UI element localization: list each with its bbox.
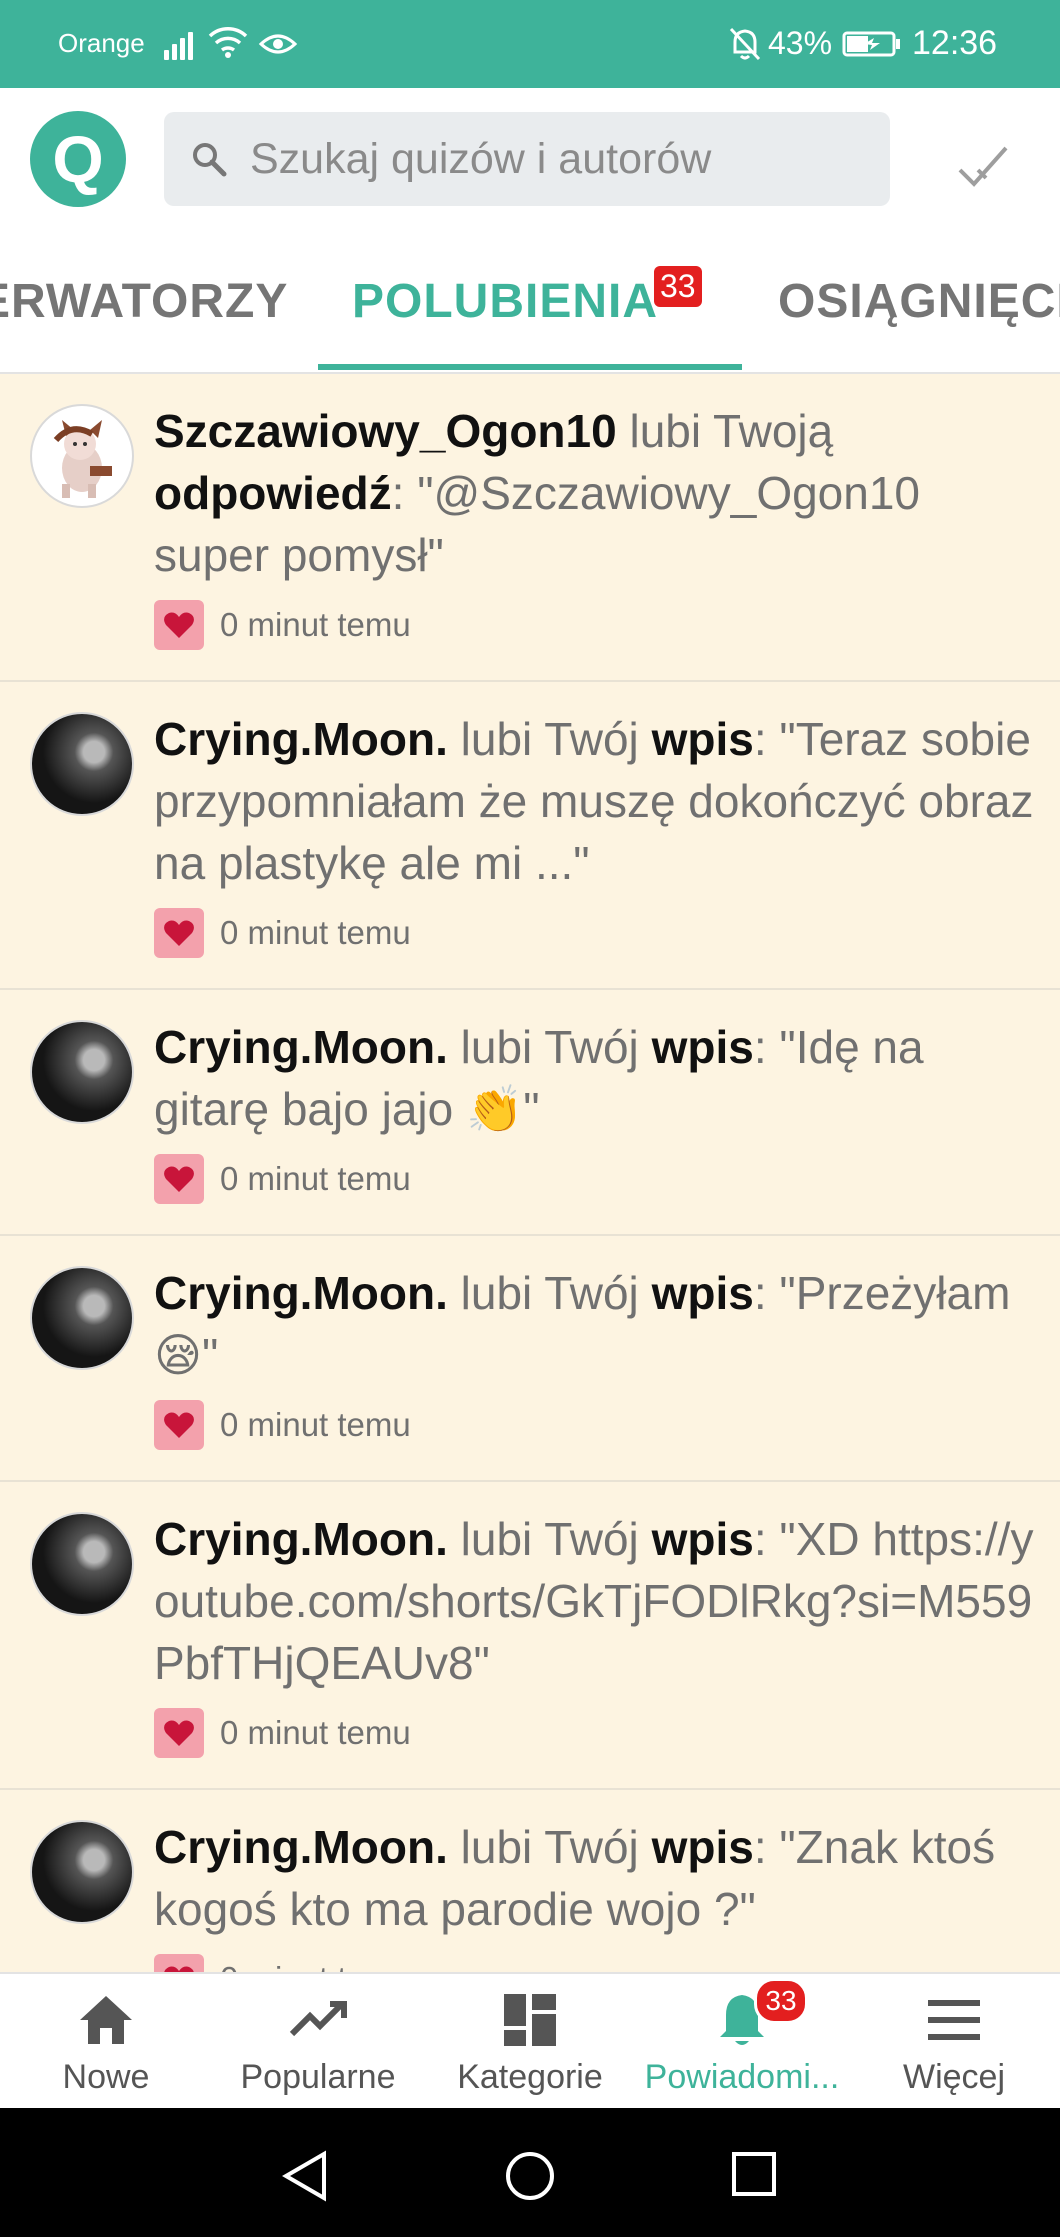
active-tab-indicator [318, 364, 742, 370]
heart-icon [154, 908, 204, 958]
avatar[interactable] [30, 1020, 134, 1124]
app-logo[interactable]: Q [30, 111, 126, 207]
tab-bar: ERWATORZY POLUBIENIA 33 OSIĄGNIĘCIA [0, 234, 1060, 374]
action-text: lubi Twoją [616, 405, 834, 457]
bottom-navigation: Nowe Popularne Kategorie 33 Powiadomi...… [0, 1972, 1060, 2110]
categories-icon [500, 1990, 560, 2050]
avatar[interactable] [30, 1820, 134, 1924]
eye-comfort-icon [258, 34, 298, 54]
timestamp: 0 minut temu [220, 1714, 411, 1751]
heart-icon [154, 1400, 204, 1450]
heart-icon [154, 600, 204, 650]
timestamp: 0 minut temu [220, 1960, 411, 1972]
notification-item[interactable]: Crying.Moon. lubi Twój wpis: "Przeżyłam … [0, 1236, 1060, 1482]
notification-text: Crying.Moon. lubi Twój wpis: "Przeżyłam … [154, 1262, 1036, 1386]
notification-text: Szczawiowy_Ogon10 lubi Twoją odpowiedź: … [154, 400, 1036, 586]
notification-item[interactable]: Crying.Moon. lubi Twój wpis: "XD https:/… [0, 1482, 1060, 1790]
object-link[interactable]: odpowiedź [154, 467, 392, 519]
nav-popular[interactable]: Popularne [212, 1974, 424, 2110]
battery-percent: 43% [768, 25, 833, 61]
signal-icon [164, 24, 193, 60]
object-link[interactable]: wpis [652, 1267, 754, 1319]
app-header: Q [0, 88, 1060, 234]
action-text: lubi Twój [447, 1021, 652, 1073]
search-bar[interactable] [164, 112, 890, 206]
action-text: lubi Twój [447, 1821, 652, 1873]
username[interactable]: Crying.Moon. [154, 1513, 448, 1565]
heart-icon [154, 1954, 204, 1972]
trending-icon [288, 1990, 348, 2050]
avatar[interactable] [30, 404, 134, 508]
back-icon[interactable] [280, 2150, 330, 2202]
tab-likes-badge: 33 [654, 266, 702, 307]
timestamp: 0 minut temu [220, 914, 411, 951]
username[interactable]: Szczawiowy_Ogon10 [154, 405, 617, 457]
nav-new[interactable]: Nowe [0, 1974, 212, 2110]
action-text: lubi Twój [447, 713, 652, 765]
notification-text: Crying.Moon. lubi Twój wpis: "Znak ktoś … [154, 1816, 1036, 1940]
notification-text: Crying.Moon. lubi Twój wpis: "Teraz sobi… [154, 708, 1036, 894]
recents-icon[interactable] [730, 2150, 778, 2198]
object-link[interactable]: wpis [652, 1513, 754, 1565]
notification-text: Crying.Moon. lubi Twój wpis: "XD https:/… [154, 1508, 1036, 1694]
search-icon [190, 140, 228, 178]
avatar[interactable] [30, 1512, 134, 1616]
notification-item[interactable]: Crying.Moon. lubi Twój wpis: "Znak ktoś … [0, 1790, 1060, 1972]
search-input[interactable] [248, 133, 852, 185]
notifications-off-icon [729, 27, 761, 61]
nav-label: Nowe [62, 2058, 150, 2096]
timestamp: 0 minut temu [220, 606, 411, 643]
heart-icon [154, 1708, 204, 1758]
mark-all-read-icon[interactable] [956, 142, 1010, 188]
username[interactable]: Crying.Moon. [154, 1821, 448, 1873]
clock: 12:36 [912, 24, 998, 62]
action-text: lubi Twój [447, 1267, 652, 1319]
object-link[interactable]: wpis [652, 713, 754, 765]
status-bar: Orange 43% 12:36 [0, 0, 1060, 88]
home-icon [76, 1990, 136, 2050]
home-button-icon[interactable] [504, 2150, 556, 2202]
username[interactable]: Crying.Moon. [154, 1021, 448, 1073]
heart-icon [154, 1154, 204, 1204]
timestamp: 0 minut temu [220, 1406, 411, 1443]
nav-label: Więcej [902, 2058, 1006, 2096]
notification-list[interactable]: Szczawiowy_Ogon10 lubi Twoją odpowiedź: … [0, 374, 1060, 1972]
nav-label: Powiadomi... [644, 2058, 840, 2096]
carrier-label: Orange [58, 28, 145, 58]
username[interactable]: Crying.Moon. [154, 713, 448, 765]
nav-label: Kategorie [457, 2058, 603, 2096]
avatar[interactable] [30, 712, 134, 816]
nav-label: Popularne [240, 2058, 396, 2096]
notification-item[interactable]: Szczawiowy_Ogon10 lubi Twoją odpowiedź: … [0, 374, 1060, 682]
avatar[interactable] [30, 1266, 134, 1370]
nav-more[interactable]: Więcej [848, 1974, 1060, 2110]
action-text: lubi Twój [447, 1513, 652, 1565]
system-navigation-bar [0, 2108, 1060, 2237]
wifi-icon [208, 27, 248, 58]
notification-text: Crying.Moon. lubi Twój wpis: "Idę na git… [154, 1016, 1036, 1140]
timestamp: 0 minut temu [220, 1160, 411, 1197]
notifications-badge: 33 [754, 1978, 808, 2024]
object-link[interactable]: wpis [652, 1821, 754, 1873]
username[interactable]: Crying.Moon. [154, 1267, 448, 1319]
nav-categories[interactable]: Kategorie [424, 1974, 636, 2110]
tab-likes[interactable]: POLUBIENIA [352, 274, 658, 329]
tab-observers[interactable]: ERWATORZY [0, 274, 288, 329]
menu-icon [924, 1990, 984, 2050]
tab-achievements[interactable]: OSIĄGNIĘCIA [778, 274, 1060, 329]
object-link[interactable]: wpis [652, 1021, 754, 1073]
notification-item[interactable]: Crying.Moon. lubi Twój wpis: "Teraz sobi… [0, 682, 1060, 990]
notification-item[interactable]: Crying.Moon. lubi Twój wpis: "Idę na git… [0, 990, 1060, 1236]
nav-notifications[interactable]: 33 Powiadomi... [636, 1974, 848, 2110]
battery-icon [842, 31, 900, 57]
